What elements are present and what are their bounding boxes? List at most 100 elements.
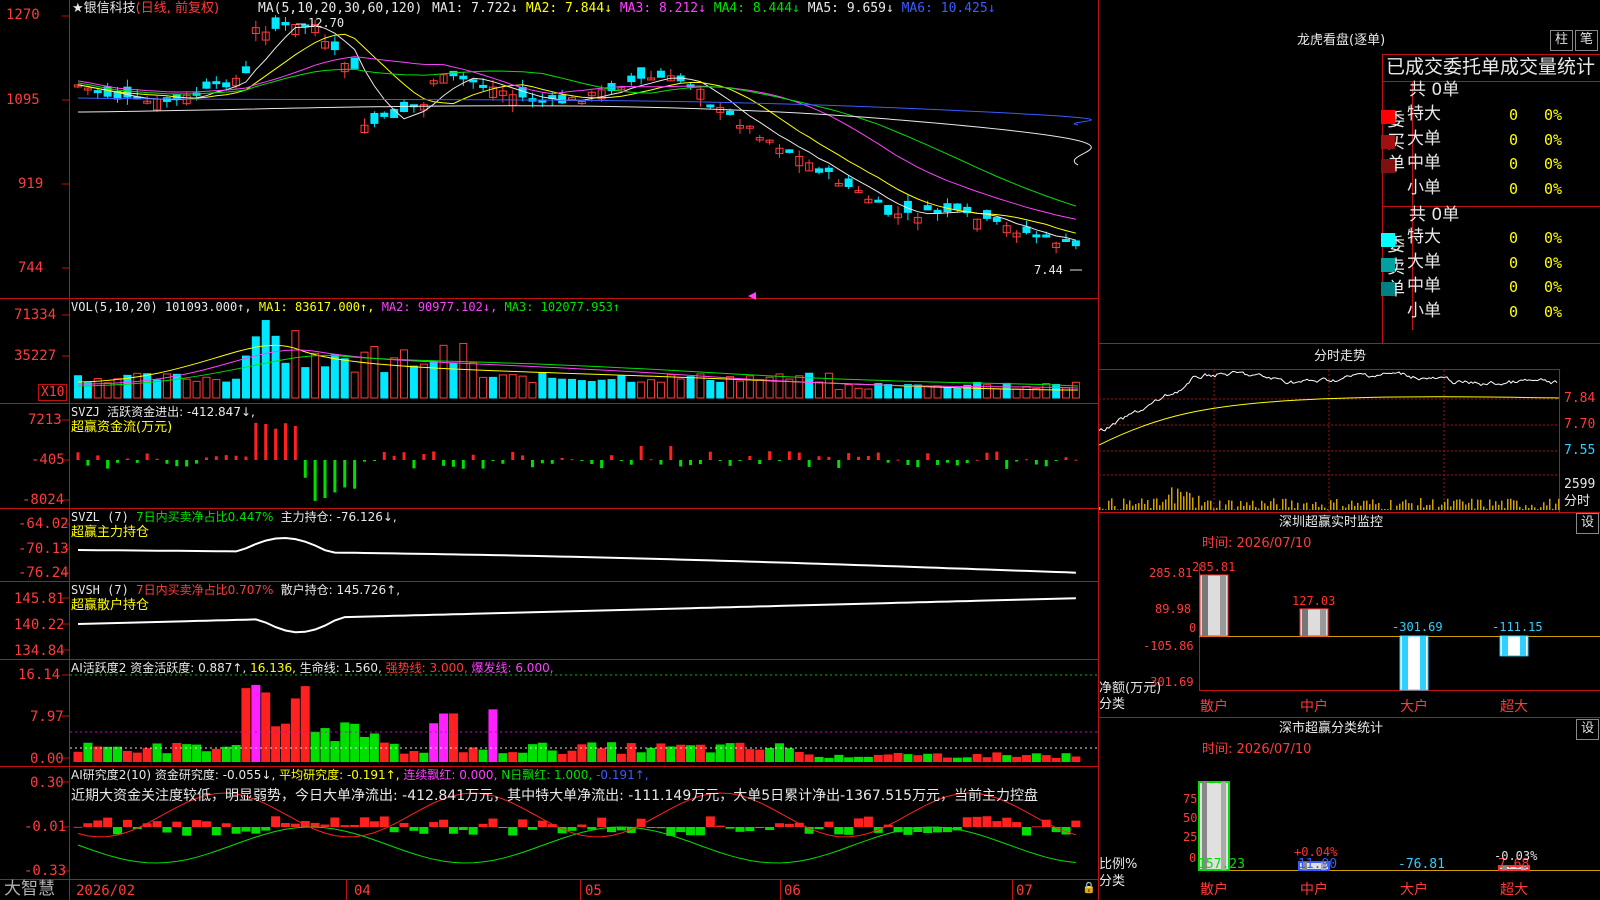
volume-bar [498, 374, 507, 399]
ai-activity-bar [221, 746, 231, 762]
volume-bar [706, 380, 715, 399]
volume-bar [153, 379, 162, 399]
volume-bar [222, 381, 231, 399]
lock-icon[interactable]: 🔒 [1082, 882, 1096, 893]
ai-activity-bar [567, 750, 577, 762]
ai2-title: AI研究度2(10) [71, 768, 152, 782]
candle-body [785, 149, 794, 153]
ai-research-bar [814, 827, 824, 830]
sz-unit-label: 净额(万元) [1099, 681, 1162, 696]
candle-body [933, 209, 942, 214]
svzj-header: SVZJ 活跃资金进出: -412.847↓, [71, 406, 255, 418]
svzj-bar [827, 456, 831, 460]
tick-view-button[interactable]: 笔 [1575, 30, 1598, 51]
volume-bar [1052, 383, 1061, 399]
volume-bar [321, 366, 329, 399]
candlestick-series [74, 15, 1080, 254]
volume-bar [647, 379, 656, 399]
intraday-volume-bar [1228, 500, 1230, 510]
svzj-bar [768, 451, 772, 460]
sh-settings-button[interactable]: 设 [1576, 719, 1599, 740]
ai-activity-bar [1051, 757, 1061, 762]
ai-activity-bar [962, 757, 972, 762]
candle-body [1062, 239, 1070, 243]
ai2-n-day-red: N日飘红: 1.000, [501, 768, 593, 782]
ai-research-bar [360, 817, 370, 827]
candle-body [874, 199, 883, 203]
sh-bar-category: 中户 [1300, 882, 1328, 898]
svsh-subtitle: 超赢散户持仓 [71, 598, 150, 613]
sz-settings-button[interactable]: 设 [1576, 513, 1599, 534]
ai-research-bar [231, 827, 241, 834]
intraday-volume-bar [1543, 502, 1545, 510]
intraday-volume-bar [1258, 508, 1260, 510]
intraday-volume-bar [1483, 506, 1485, 510]
intraday-chart[interactable] [1099, 370, 1560, 510]
order-percent: 0% [1544, 253, 1563, 272]
intraday-volume-bar [1501, 500, 1503, 510]
volume-bar [251, 336, 260, 399]
volume-bar [380, 372, 389, 399]
intraday-volume-bar [1360, 505, 1362, 510]
svzj-bar [649, 459, 653, 461]
ma-value-4: MA4: 8.444↓ [713, 1, 808, 16]
svzj-bar [451, 460, 455, 467]
intraday-volume-bar [1333, 502, 1335, 510]
intraday-volume-bar [1261, 500, 1263, 510]
order-size-swatch-4 [1381, 184, 1395, 198]
star-icon[interactable]: ★ [72, 1, 84, 16]
svzj-bar [995, 451, 999, 460]
volume-bar [903, 384, 912, 399]
period-label[interactable]: (日线, 前复权) [136, 1, 219, 16]
intraday-volume-bar [1252, 500, 1254, 510]
sh-stats-bars[interactable] [1198, 781, 1530, 871]
ma-value-6: MA6: 10.425↓ [901, 1, 996, 16]
chart-canvas[interactable] [0, 0, 1099, 900]
brand-label[interactable]: 大智慧 [4, 881, 55, 898]
sh-axis-1: 75 [1183, 792, 1198, 806]
intraday-price-line [1099, 370, 1558, 432]
svsh-axis-1: 145.81 [14, 591, 65, 607]
candle-body [469, 79, 478, 83]
intraday-axis-3: 7.55 [1564, 443, 1596, 458]
ma-value-2: MA2: 7.844↓ [525, 1, 620, 16]
volume-bar [301, 367, 310, 399]
ai-activity-bar [844, 757, 854, 762]
ai-research-bar [458, 827, 468, 830]
sz-monitor-bars[interactable] [1199, 574, 1529, 691]
volume-bar [716, 381, 725, 399]
order-percent: 0% [1544, 106, 1563, 124]
ma-value-5: MA5: 9.659↓ [807, 1, 902, 16]
volume-bar [488, 376, 497, 399]
ai-activity-bar [419, 752, 429, 762]
volume-bar [775, 373, 784, 399]
intraday-volume-bar [1324, 507, 1326, 510]
sh-bar-value: 11.90 [1298, 857, 1338, 872]
svzj-bar [175, 460, 179, 467]
ai-activity-bar [201, 751, 211, 762]
intraday-volume-bar [1174, 503, 1176, 510]
order-count: 0 [1509, 278, 1519, 296]
volume-bar [686, 376, 695, 399]
ma-line-6 [77, 97, 1092, 126]
ai-activity-bar [1061, 753, 1071, 762]
svzj-bar [244, 456, 248, 460]
ai-activity-bar [340, 722, 350, 762]
ai-research-bar [241, 827, 251, 832]
volume-bar [617, 375, 626, 399]
ai-activity-bar [379, 742, 389, 762]
ai2-header: AI研究度2(10) 资金研究度: -0.055↓, 平均研究度: -0.191… [71, 769, 649, 781]
volume-bar [587, 381, 596, 399]
stat-title: 已成交委托单成交量统计 [1386, 56, 1596, 78]
intraday-volume-bar [1546, 505, 1548, 510]
column-view-button[interactable]: 柱 [1550, 30, 1573, 51]
intraday-volume-bar [1123, 498, 1125, 510]
svzj-bar [955, 460, 959, 466]
ai-research-bar [597, 817, 607, 827]
volume-bar [923, 386, 932, 399]
sz-cat-label: 分类 [1099, 697, 1126, 712]
svzj-bar [214, 456, 218, 460]
candle-body [824, 167, 833, 172]
intraday-volume-bar [1297, 502, 1299, 510]
intraday-volume-bar [1198, 495, 1200, 510]
